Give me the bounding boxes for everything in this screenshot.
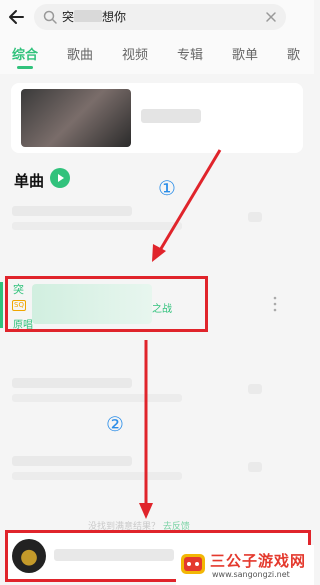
list-item[interactable] xyxy=(12,450,302,490)
tab-albums[interactable]: 专辑 xyxy=(177,44,203,63)
back-arrow-icon[interactable] xyxy=(6,6,28,28)
tab-videos[interactable]: 视频 xyxy=(122,44,148,63)
blurred-text xyxy=(12,222,182,230)
list-item[interactable] xyxy=(12,200,302,240)
blurred-text xyxy=(248,462,262,472)
search-input[interactable]: 突想你 xyxy=(34,4,286,30)
blurred-text xyxy=(12,456,132,466)
section-title: 单曲 xyxy=(14,172,45,190)
top-result-card[interactable] xyxy=(11,83,303,153)
tab-comprehensive[interactable]: 综合 xyxy=(12,44,38,63)
watermark: 三公子游戏网 www.sangongzi.net xyxy=(176,545,314,585)
blurred-text xyxy=(12,378,132,388)
blurred-text xyxy=(248,384,262,394)
list-item[interactable] xyxy=(12,372,302,412)
active-tab-indicator xyxy=(17,66,33,69)
tab-songs[interactable]: 歌曲 xyxy=(67,44,93,63)
search-icon xyxy=(43,10,57,24)
tab-more[interactable]: 歌 xyxy=(287,44,300,63)
tab-playlists[interactable]: 歌单 xyxy=(232,44,258,63)
more-icon[interactable] xyxy=(272,296,278,312)
blurred-text xyxy=(141,109,201,123)
watermark-url: www.sangongzi.net xyxy=(212,570,290,579)
blurred-text xyxy=(12,472,182,480)
top-bar: 突想你 xyxy=(0,0,314,34)
annotation-box xyxy=(5,276,208,332)
step-1-label: ① xyxy=(158,176,176,200)
blurred-text xyxy=(248,212,262,222)
arrowhead-1 xyxy=(152,244,166,262)
cover-image xyxy=(21,89,131,147)
watermark-name: 三公子游戏网 xyxy=(210,552,307,570)
search-query: 突想你 xyxy=(62,10,127,24)
arrowhead-2 xyxy=(139,503,153,519)
current-indicator xyxy=(0,282,3,328)
site-logo-icon xyxy=(181,554,205,574)
blurred-text xyxy=(12,206,132,216)
blurred-text xyxy=(12,394,182,402)
blurred-text xyxy=(74,10,103,22)
play-all-icon[interactable] xyxy=(50,168,70,188)
step-2-label: ② xyxy=(106,412,124,436)
result-tabs: 综合 歌曲 视频 专辑 歌单 歌 xyxy=(0,34,314,74)
clear-icon[interactable] xyxy=(264,10,278,24)
